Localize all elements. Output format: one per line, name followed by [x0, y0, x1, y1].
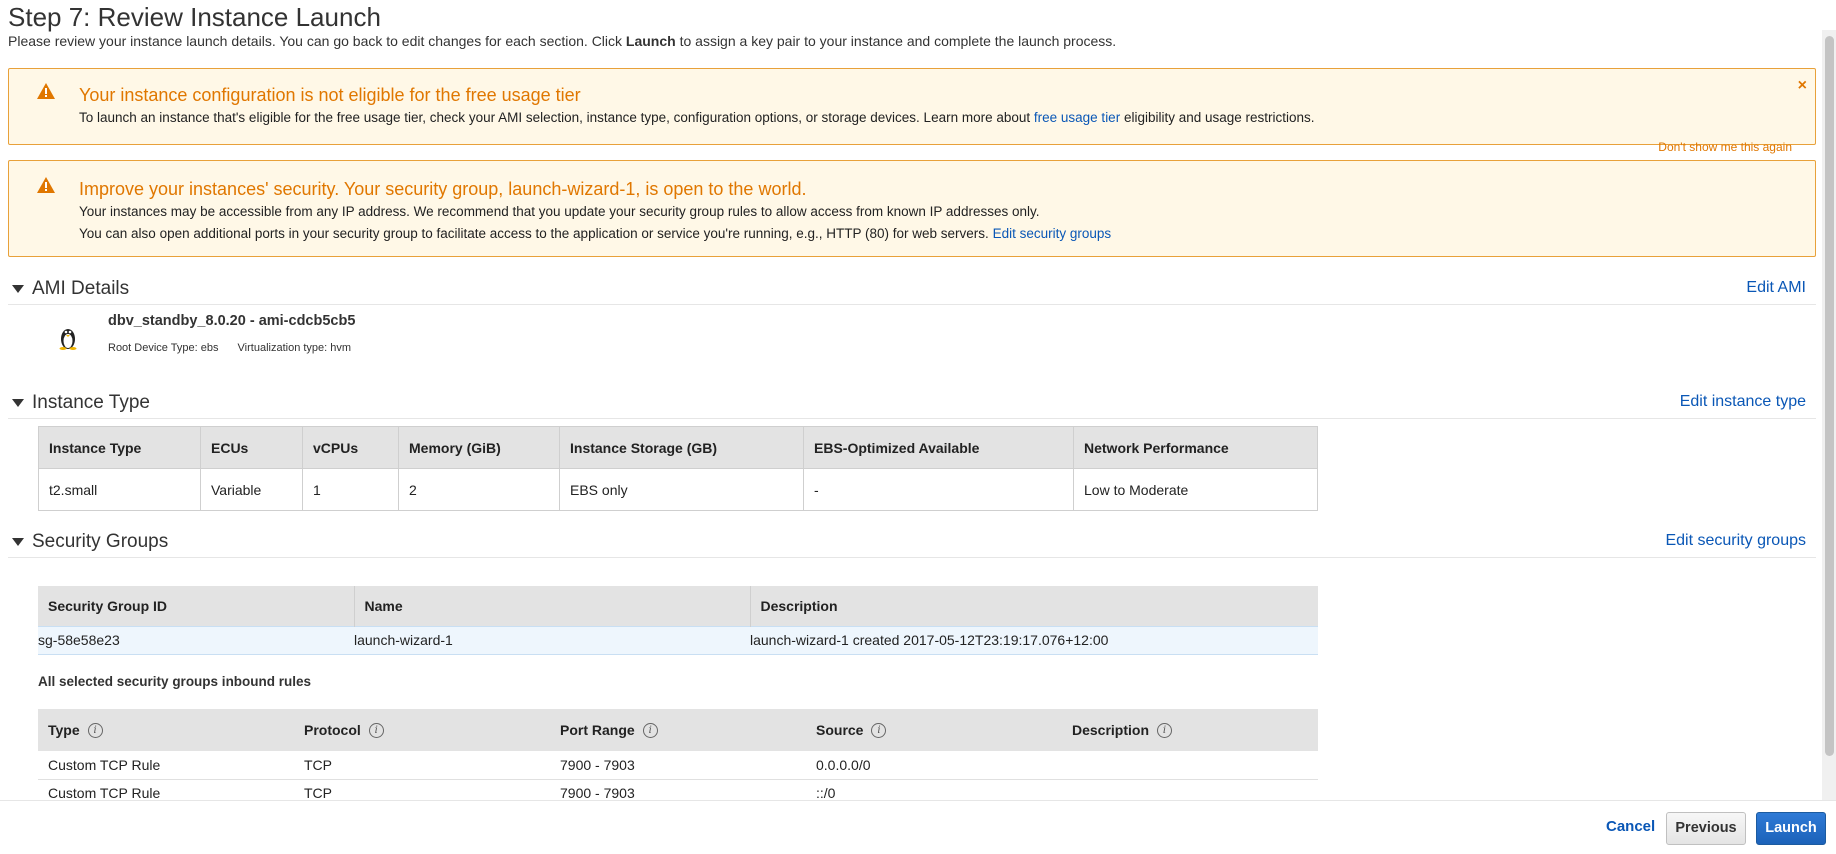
table-cell: Custom TCP Rule [38, 751, 294, 780]
instance-type-title: Instance Type [32, 392, 150, 413]
table-cell: EBS only [559, 468, 804, 511]
column-header: Memory (GiB) [398, 426, 560, 469]
wizard-footer: Cancel Previous Launch [0, 800, 1836, 854]
ami-name: dbv_standby_8.0.20 - ami-cdcb5cb5 [108, 313, 356, 329]
column-header: ECUs [200, 426, 303, 469]
table-cell: launch-wizard-1 created 2017-05-12T23:19… [750, 625, 1318, 655]
edit-security-groups-link[interactable]: Edit security groups [993, 226, 1112, 241]
warning-icon [37, 177, 55, 193]
table-cell: t2.small [38, 468, 201, 511]
page-title: Step 7: Review Instance Launch [8, 2, 381, 32]
column-header: Protocol i [294, 709, 550, 751]
free-tier-warning-text: To launch an instance that's eligible fo… [79, 110, 1315, 125]
inbound-rules-label: All selected security groups inbound rul… [38, 674, 312, 689]
column-header: Security Group ID [38, 586, 354, 626]
column-header: Source i [806, 709, 1062, 751]
instance-type-section-header: Instance Type Edit instance type [8, 389, 1816, 419]
column-header: Network Performance [1073, 426, 1318, 469]
description-launch-bold: Launch [625, 33, 676, 49]
table-cell: launch-wizard-1 [354, 625, 750, 655]
column-header-label: Source [816, 721, 864, 738]
column-header: Type i [38, 709, 294, 751]
dont-show-again-link[interactable]: Don't show me this again [1658, 140, 1792, 154]
column-header: Port Range i [550, 709, 806, 751]
table-cell: Variable [200, 468, 303, 511]
free-tier-warning-title: Your instance configuration is not eligi… [79, 85, 581, 105]
edit-security-groups-button[interactable]: Edit security groups [1665, 532, 1806, 550]
scrollbar-thumb[interactable] [1825, 36, 1834, 756]
table-header-row: Security Group ID Name Description [38, 586, 1318, 626]
column-header: Description [749, 586, 1318, 626]
free-tier-text-pre: To launch an instance that's eligible fo… [79, 110, 1034, 125]
security-groups-title: Security Groups [32, 531, 169, 552]
collapse-triangle-icon[interactable] [12, 538, 24, 546]
column-header: vCPUs [302, 426, 399, 469]
security-groups-table: Security Group ID Name Description sg-58… [38, 586, 1318, 655]
info-icon[interactable]: i [642, 723, 658, 739]
free-tier-text-post: eligibility and usage restrictions. [1120, 110, 1315, 125]
security-warning-line1: Your instances may be accessible from an… [79, 204, 1040, 219]
table-header-row: Type i Protocol i Port Range i Source i Desc… [38, 709, 1318, 751]
security-warning-title: Improve your instances' security. Your s… [79, 179, 807, 199]
virtualization-type: Virtualization type: hvm [237, 342, 352, 354]
table-row: Custom TCP Rule TCP 7900 - 7903 0.0.0.0/… [38, 751, 1318, 780]
column-header-label: Type [48, 721, 80, 738]
column-header-label: Protocol [304, 721, 361, 738]
table-cell [1062, 751, 1318, 780]
column-header: Name [353, 586, 750, 626]
info-icon[interactable]: i [87, 723, 103, 739]
table-cell: 0.0.0.0/0 [806, 751, 1062, 780]
info-icon[interactable]: i [368, 723, 384, 739]
column-header: Instance Storage (GB) [559, 426, 804, 469]
column-header-label: Description [1072, 721, 1150, 738]
free-usage-tier-link[interactable]: free usage tier [1034, 110, 1120, 125]
collapse-triangle-icon[interactable] [12, 285, 24, 293]
column-header: Description i [1062, 709, 1318, 751]
column-header-label: Port Range [560, 721, 635, 738]
collapse-triangle-icon[interactable] [12, 399, 24, 407]
instance-type-table: Instance Type ECUs vCPUs Memory (GiB) In… [38, 426, 1318, 511]
table-cell: sg-58e58e23 [38, 625, 354, 655]
cancel-button[interactable]: Cancel [1606, 818, 1655, 835]
previous-button[interactable]: Previous [1666, 812, 1746, 845]
ami-details-title: AMI Details [32, 278, 130, 299]
table-cell: TCP [294, 751, 550, 780]
launch-button[interactable]: Launch [1756, 812, 1826, 845]
warning-icon [37, 83, 55, 99]
description-text-post: to assign a key pair to your instance an… [675, 33, 1117, 49]
info-icon[interactable]: i [1157, 723, 1173, 739]
table-cell: 2 [398, 468, 560, 511]
free-tier-warning-alert: Your instance configuration is not eligi… [8, 68, 1816, 145]
page-description: Please review your instance launch detai… [8, 33, 1116, 49]
security-groups-section-header: Security Groups Edit security groups [8, 528, 1816, 558]
table-cell: - [803, 468, 1074, 511]
inbound-rules-table: Type i Protocol i Port Range i Source i Desc… [38, 709, 1318, 808]
close-icon[interactable]: × [1798, 77, 1807, 95]
table-header-row: Instance Type ECUs vCPUs Memory (GiB) In… [38, 426, 1318, 469]
table-row: t2.small Variable 1 2 EBS only - Low to … [38, 468, 1318, 511]
description-text-pre: Please review your instance launch detai… [8, 33, 626, 49]
security-warning-line2-text: You can also open additional ports in yo… [79, 226, 993, 241]
security-warning-line2: You can also open additional ports in yo… [79, 226, 1111, 241]
table-cell: 7900 - 7903 [550, 751, 806, 780]
edit-instance-type-link[interactable]: Edit instance type [1680, 393, 1806, 411]
review-instance-launch-page: Step 7: Review Instance Launch Please re… [0, 0, 1836, 854]
security-warning-alert: Improve your instances' security. Your s… [8, 160, 1816, 257]
linux-tux-icon [59, 329, 77, 350]
edit-ami-link[interactable]: Edit AMI [1746, 279, 1806, 297]
root-device-type: Root Device Type: ebs [108, 342, 219, 354]
table-cell: Low to Moderate [1073, 468, 1318, 511]
table-cell: 1 [302, 468, 399, 511]
ami-details-section-header: AMI Details Edit AMI [8, 275, 1816, 305]
column-header: Instance Type [38, 426, 201, 469]
column-header: EBS-Optimized Available [803, 426, 1074, 469]
info-icon[interactable]: i [871, 723, 887, 739]
ami-meta: Root Device Type: ebs Virtualization typ… [108, 342, 367, 354]
table-row[interactable]: sg-58e58e23 launch-wizard-1 launch-wizar… [38, 625, 1318, 655]
